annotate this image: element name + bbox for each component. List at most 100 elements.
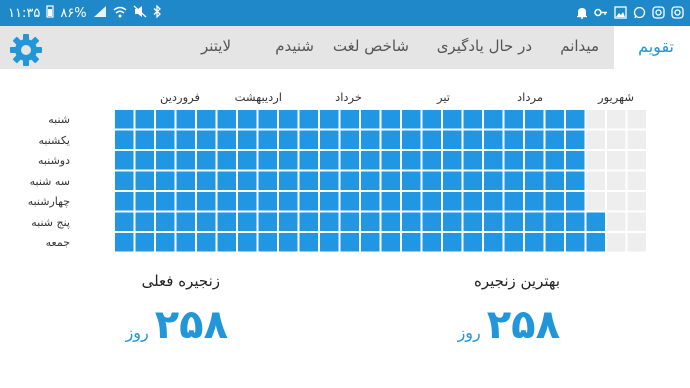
calendar-cell bbox=[504, 151, 523, 170]
calendar-cell bbox=[381, 212, 400, 231]
calendar-cell bbox=[238, 171, 257, 190]
bluetooth-icon bbox=[153, 3, 162, 22]
calendar-cell bbox=[217, 130, 236, 149]
calendar-cell bbox=[197, 110, 216, 129]
calendar-cell bbox=[299, 110, 318, 129]
calendar-cell bbox=[197, 192, 216, 211]
calendar-cell bbox=[361, 233, 380, 252]
current-streak-number: ۲۵۸ bbox=[154, 302, 228, 348]
calendar-cell bbox=[135, 151, 154, 170]
calendar-cell bbox=[115, 171, 134, 190]
tab-leitner[interactable]: لایتنر bbox=[201, 37, 231, 55]
status-bar: ۱۱:۳۵ ۸۶% bbox=[0, 0, 690, 26]
day-label-friday: جمعه bbox=[45, 236, 70, 249]
calendar-cell bbox=[176, 192, 195, 211]
calendar-cell bbox=[279, 110, 298, 129]
settings-gear-icon[interactable] bbox=[8, 32, 44, 68]
month-label-tir: تیر bbox=[436, 90, 450, 104]
calendar-cell bbox=[402, 192, 421, 211]
calendar-cell bbox=[340, 192, 359, 211]
calendar-cell bbox=[279, 130, 298, 149]
calendar-cell bbox=[607, 212, 626, 231]
calendar-cell bbox=[258, 233, 277, 252]
calendar-cell bbox=[422, 171, 441, 190]
calendar-cell bbox=[627, 130, 646, 149]
calendar-cell bbox=[381, 151, 400, 170]
instagram-icon-2 bbox=[671, 4, 684, 23]
wifi-icon bbox=[113, 5, 127, 22]
tab-learning[interactable]: در حال یادگیری bbox=[437, 37, 532, 55]
calendar-cell bbox=[340, 212, 359, 231]
calendar-cell bbox=[176, 110, 195, 129]
tab-heard[interactable]: شنیدم bbox=[275, 37, 314, 55]
calendar-cell bbox=[402, 130, 421, 149]
calendar-cell bbox=[115, 110, 134, 129]
calendar-cell bbox=[340, 130, 359, 149]
tab-calendar[interactable]: تقویم bbox=[638, 37, 674, 56]
calendar-cell bbox=[197, 233, 216, 252]
status-right bbox=[576, 4, 684, 22]
calendar-cell bbox=[463, 130, 482, 149]
month-label-farvardin: فروردین bbox=[159, 90, 200, 104]
tab-bar: تقویم میدانم در حال یادگیری شاخص لغت شنی… bbox=[0, 26, 690, 69]
calendar-cell bbox=[443, 233, 462, 252]
calendar-cell bbox=[463, 110, 482, 129]
calendar-cell bbox=[566, 151, 585, 170]
calendar-cell bbox=[299, 233, 318, 252]
calendar-cell bbox=[217, 151, 236, 170]
month-label-ordibehesht: اردیبهشت bbox=[234, 90, 282, 104]
calendar-cell bbox=[381, 192, 400, 211]
calendar-cell bbox=[258, 130, 277, 149]
calendar-cell bbox=[545, 130, 564, 149]
battery-level: ۸۶% bbox=[60, 5, 87, 21]
calendar-cell bbox=[279, 192, 298, 211]
gallery-icon bbox=[614, 4, 627, 23]
calendar-cell bbox=[217, 110, 236, 129]
calendar-cell bbox=[381, 130, 400, 149]
calendar-cell bbox=[197, 151, 216, 170]
calendar-cell bbox=[279, 212, 298, 231]
calendar-cell bbox=[156, 171, 175, 190]
calendar-cell bbox=[566, 171, 585, 190]
calendar-cell bbox=[443, 212, 462, 231]
best-streak-number: ۲۵۸ bbox=[486, 302, 560, 348]
calendar-cell bbox=[320, 192, 339, 211]
calendar-cell bbox=[238, 212, 257, 231]
calendar-cell bbox=[525, 233, 544, 252]
calendar-cell bbox=[422, 110, 441, 129]
calendar-cell bbox=[361, 171, 380, 190]
calendar-cell bbox=[463, 171, 482, 190]
calendar-cell bbox=[627, 192, 646, 211]
calendar-cell bbox=[135, 110, 154, 129]
calendar-cell bbox=[320, 151, 339, 170]
calendar-cell bbox=[443, 151, 462, 170]
month-label-khordad: خرداد bbox=[335, 90, 362, 104]
calendar-cell bbox=[422, 233, 441, 252]
calendar-cell bbox=[566, 130, 585, 149]
best-streak-value-group: ۲۵۸ روز bbox=[458, 305, 560, 345]
instagram-icon-1 bbox=[652, 4, 665, 23]
calendar-cell bbox=[586, 233, 605, 252]
calendar-cell bbox=[115, 233, 134, 252]
calendar-cell bbox=[402, 151, 421, 170]
calendar-cell bbox=[586, 171, 605, 190]
calendar-cell bbox=[627, 212, 646, 231]
calendar-cell bbox=[525, 130, 544, 149]
signal-icon bbox=[93, 5, 107, 22]
calendar-cell bbox=[443, 192, 462, 211]
calendar-cell bbox=[402, 212, 421, 231]
calendar-cell bbox=[484, 233, 503, 252]
calendar-cell bbox=[135, 192, 154, 211]
best-streak-unit: روز bbox=[457, 323, 481, 342]
calendar-cell bbox=[525, 151, 544, 170]
calendar-cell bbox=[361, 130, 380, 149]
calendar-cell bbox=[545, 151, 564, 170]
calendar-cell bbox=[238, 151, 257, 170]
calendar-cell bbox=[402, 171, 421, 190]
calendar-cell bbox=[586, 130, 605, 149]
battery-icon bbox=[46, 4, 54, 22]
tab-know[interactable]: میدانم bbox=[560, 37, 599, 55]
current-streak-label: زنجیره فعلی bbox=[141, 272, 220, 290]
tab-word-index[interactable]: شاخص لغت bbox=[333, 37, 409, 55]
calendar-cell bbox=[566, 233, 585, 252]
